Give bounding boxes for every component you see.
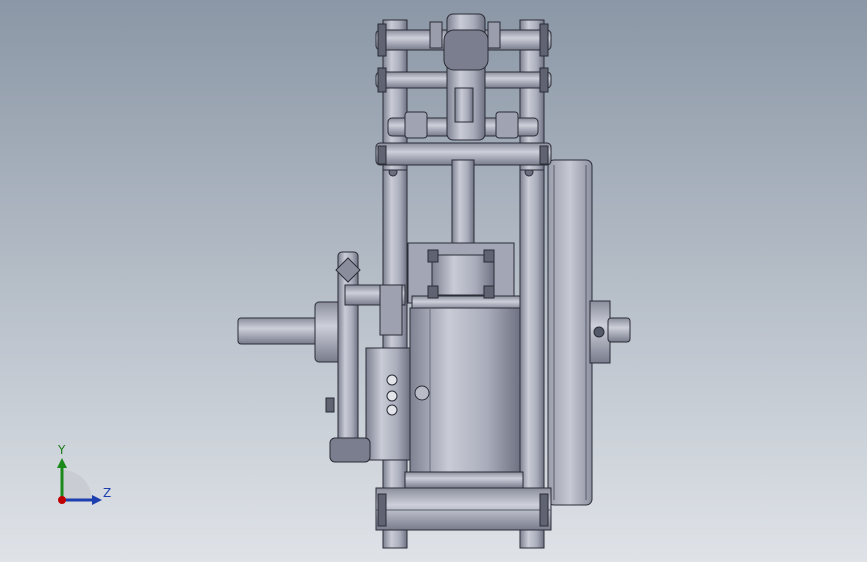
flywheel (547, 159, 593, 506)
x-axis-dot (58, 496, 66, 504)
cylinder-port (414, 385, 430, 401)
triad-plane-shade (62, 470, 92, 500)
model-canvas[interactable] (0, 0, 867, 562)
shaft-left (237, 317, 319, 345)
y-axis-label: Y (58, 443, 66, 457)
nut (429, 21, 443, 49)
base-plate (375, 487, 552, 531)
nut (487, 21, 501, 49)
rod-upper (454, 87, 474, 123)
graphics-viewport[interactable] (0, 0, 867, 562)
valve-rod (337, 251, 359, 463)
crosshead-pin (443, 29, 489, 71)
guide-nut-left (404, 111, 428, 139)
cylinder-flange-bottom (404, 471, 524, 489)
valve-chest (365, 347, 411, 461)
guide-nut-right (495, 111, 519, 139)
valve-nut (329, 437, 371, 463)
y-axis-arrowhead (57, 458, 67, 468)
hub-bolt (593, 326, 605, 338)
z-axis-label: Z (103, 486, 112, 500)
valve-guide (379, 284, 403, 336)
z-axis-arrowhead (92, 495, 102, 505)
shaft-right (607, 317, 631, 343)
